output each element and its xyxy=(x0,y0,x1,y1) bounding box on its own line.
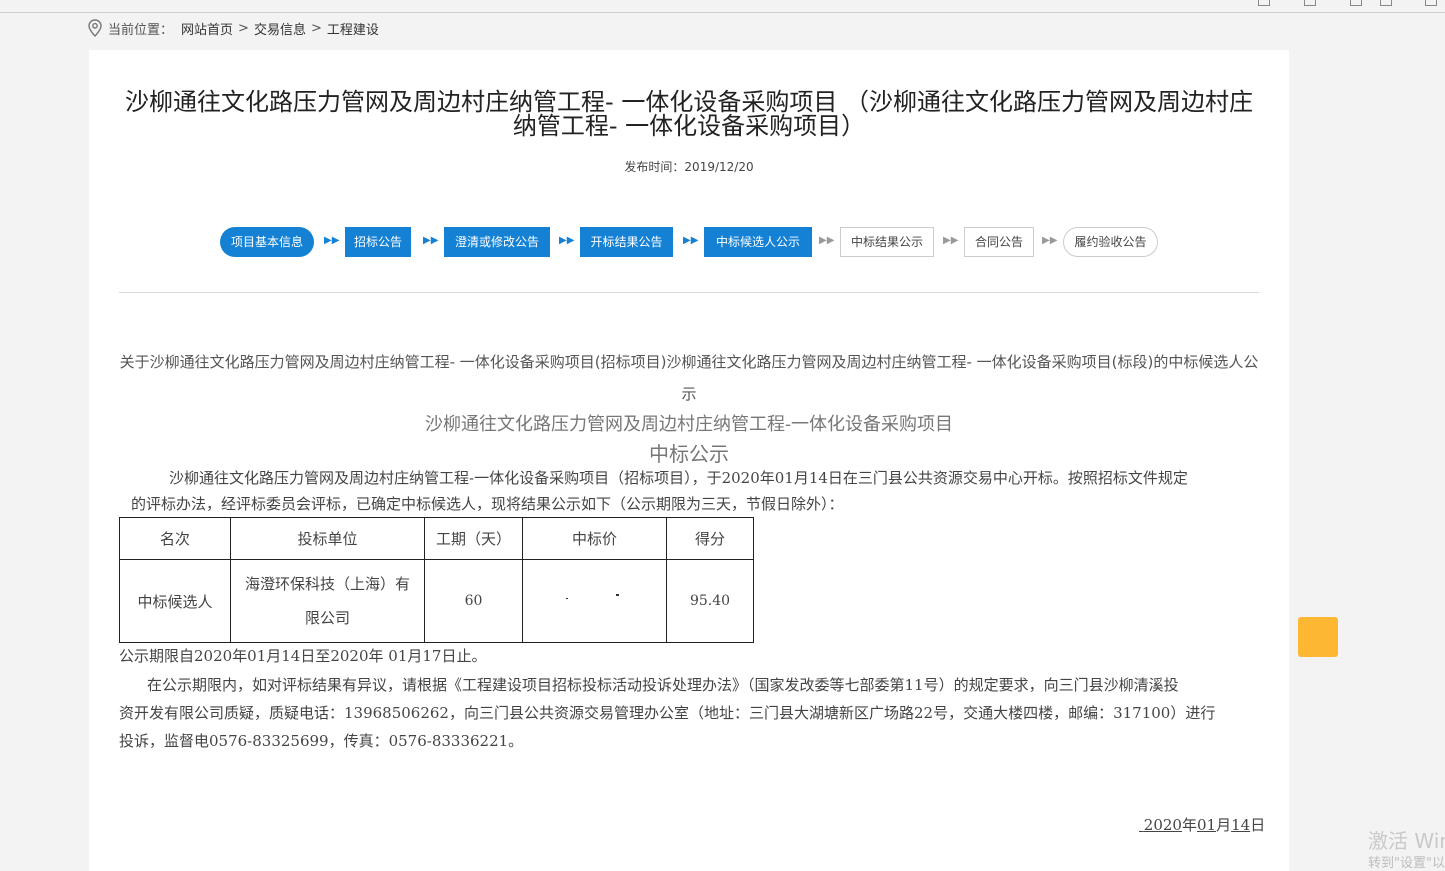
price-cell xyxy=(522,559,667,643)
table-header-cell: 得分 xyxy=(666,517,754,560)
period-text: 公示期限自2020年01月14日至2020年 01月17日止。 xyxy=(119,647,487,665)
toolbar-icon[interactable] xyxy=(1425,0,1437,6)
breadcrumb-home-link[interactable]: 网站首页 xyxy=(181,19,233,38)
date-day: 14 xyxy=(1231,816,1251,834)
toolbar-icon[interactable] xyxy=(1350,0,1362,6)
tab-acceptance-notice[interactable]: 履约验收公告 xyxy=(1063,227,1158,257)
step-arrow-icon: ▶▶ xyxy=(943,235,959,246)
floating-action-button[interactable] xyxy=(1298,617,1338,657)
intro-paragraph-line1: 沙柳通往文化路压力管网及周边村庄纳管工程-一体化设备采购项目（招标项目），于20… xyxy=(169,469,1188,487)
divider xyxy=(119,292,1259,293)
complaint-line2: 资开发有限公司质疑，质疑电话：13968506262，向三门县公共资源交易管理办… xyxy=(119,704,1216,722)
publish-time-label: 发布时间： xyxy=(624,160,685,174)
date-day-suffix: 日 xyxy=(1250,816,1266,834)
step-arrow-icon: ▶▶ xyxy=(819,235,835,246)
notice-heading: 关于沙柳通往文化路压力管网及周边村庄纳管工程- 一体化设备采购项目(招标项目)沙… xyxy=(119,353,1259,403)
tab-tender-notice[interactable]: 招标公告 xyxy=(345,227,411,257)
breadcrumb-separator: > xyxy=(310,20,322,36)
toolbar-icon[interactable] xyxy=(1304,0,1316,6)
step-arrow-icon: ▶▶ xyxy=(559,235,575,246)
rank-cell: 中标候选人 xyxy=(119,559,231,643)
page-title: 沙柳通往文化路压力管网及周边村庄纳管工程- 一体化设备采购项目 （沙柳通往文化路… xyxy=(125,88,1253,140)
date-year-suffix: 年 xyxy=(1181,816,1197,834)
bidder-cell: 海澄环保科技（上海）有 限公司 xyxy=(230,559,425,643)
redaction-mark xyxy=(566,598,568,599)
date-year: 2020 xyxy=(1143,816,1182,834)
tab-winning-candidate[interactable]: 中标候选人公示 xyxy=(704,227,812,257)
tab-bid-opening-result[interactable]: 开标结果公告 xyxy=(580,227,673,257)
bidder-name-line2: 限公司 xyxy=(304,609,350,627)
publish-time: 发布时间：2019/12/20 xyxy=(89,158,1289,175)
breadcrumb-engineering-link[interactable]: 工程建设 xyxy=(327,19,379,38)
result-table: 名次 投标单位 工期（天） 中标价 得分 中标候选人 海澄环保科技（上海）有 限… xyxy=(119,517,754,643)
date-month: 01 xyxy=(1196,816,1217,834)
tab-clarification-notice[interactable]: 澄清或修改公告 xyxy=(444,227,550,257)
breadcrumb: 当前位置： 网站首页 > 交易信息 > 工程建设 xyxy=(88,17,379,39)
table-header-cell: 名次 xyxy=(119,517,231,560)
table-header-cell: 投标单位 xyxy=(230,517,425,560)
breadcrumb-label: 当前位置： xyxy=(108,22,174,38)
notice-subtitle-award: 中标公示 xyxy=(649,442,729,466)
activation-watermark: 激活 Wir xyxy=(1368,829,1445,853)
activation-watermark-sub: 转到"设置"以 xyxy=(1368,856,1445,871)
step-arrow-icon: ▶▶ xyxy=(683,235,699,246)
score-cell: 95.40 xyxy=(666,559,754,643)
table-header-cell: 中标价 xyxy=(522,517,667,560)
notice-date: 2020年01月14日 xyxy=(1139,814,1265,835)
step-arrow-icon: ▶▶ xyxy=(324,235,340,246)
breadcrumb-trade-info-link[interactable]: 交易信息 xyxy=(254,19,306,38)
step-arrow-icon: ▶▶ xyxy=(423,235,439,246)
complaint-line1: 在公示期限内，如对评标结果有异议，请根据《工程建设项目招标投标活动投诉处理办法》… xyxy=(147,676,1179,694)
notice-subtitle: 沙柳通往文化路压力管网及周边村庄纳管工程-一体化设备采购项目 xyxy=(424,414,954,435)
table-row: 中标候选人 海澄环保科技（上海）有 限公司 60 95.40 xyxy=(119,559,754,643)
bidder-name-line1: 海澄环保科技（上海）有 xyxy=(244,575,410,593)
toolbar-icon[interactable] xyxy=(1380,0,1392,6)
tab-contract-notice[interactable]: 合同公告 xyxy=(964,227,1034,257)
article-card: 沙柳通往文化路压力管网及周边村庄纳管工程- 一体化设备采购项目 （沙柳通往文化路… xyxy=(89,50,1289,871)
redaction-mark xyxy=(616,594,619,596)
toolbar-icon[interactable] xyxy=(1258,0,1270,6)
intro-paragraph-line2: 的评标办法，经评标委员会评标，已确定中标候选人，现将结果公示如下（公示期限为三天… xyxy=(131,495,844,513)
tab-project-basic-info[interactable]: 项目基本信息 xyxy=(220,227,314,257)
tab-award-result[interactable]: 中标结果公示 xyxy=(840,227,934,257)
location-pin-icon xyxy=(88,19,102,37)
date-month-suffix: 月 xyxy=(1216,816,1232,834)
window-top-strip xyxy=(0,0,1445,13)
table-header-row: 名次 投标单位 工期（天） 中标价 得分 xyxy=(119,517,754,560)
step-arrow-icon: ▶▶ xyxy=(1042,235,1058,246)
table-header-cell: 工期（天） xyxy=(424,517,523,560)
breadcrumb-separator: > xyxy=(238,20,249,36)
duration-cell: 60 xyxy=(424,559,523,643)
publish-time-value: 2019/12/20 xyxy=(684,160,754,174)
complaint-line3: 投诉，监督电0576-83325699，传真：0576-83336221。 xyxy=(119,732,524,750)
